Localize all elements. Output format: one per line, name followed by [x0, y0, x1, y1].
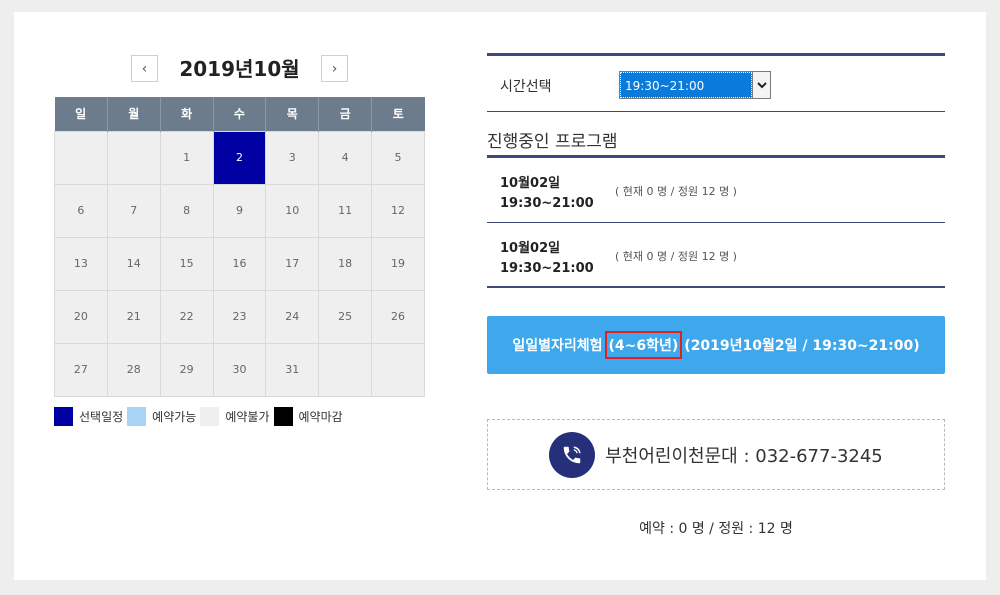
legend-swatch-available	[127, 406, 147, 426]
calendar-week-row: 27 28 29 30 31	[54, 342, 425, 397]
calendar-week-row: 6 7 8 9 10 11 12	[54, 183, 425, 238]
calendar-day-31[interactable]: 31	[265, 342, 320, 397]
calendar-day-24[interactable]: 24	[265, 289, 320, 344]
program-item[interactable]: 10월02일 19:30~21:00 ( 현재 0 명 / 정원 12 명 )	[487, 158, 945, 223]
legend-label-closed: 예약마감	[298, 409, 343, 424]
reserve-grade-highlight: (4~6학년)	[604, 331, 683, 359]
reservation-summary: 예약 : 0 명 / 정원 : 12 명	[639, 521, 793, 537]
calendar-day-11[interactable]: 11	[318, 183, 373, 238]
calendar-day-28[interactable]: 28	[106, 342, 161, 397]
weekday-sun: 일	[54, 97, 108, 131]
calendar-day-17[interactable]: 17	[265, 236, 320, 291]
weekday-tue: 화	[160, 97, 214, 131]
reserve-button[interactable]: 일일별자리체험 (4~6학년) (2019년10월2일 / 19:30~21:0…	[487, 316, 945, 374]
calendar-empty-cell	[106, 130, 161, 185]
program-section-title: 진행중인 프로그램	[487, 132, 618, 152]
program-capacity: ( 현재 0 명 / 정원 12 명 )	[615, 185, 737, 198]
contact-text: 부천어린이천문대 : 032-677-3245	[605, 445, 883, 467]
weekday-thu: 목	[265, 97, 320, 131]
calendar-empty-cell	[371, 342, 425, 397]
chevron-down-icon[interactable]	[752, 72, 770, 98]
calendar-day-7[interactable]: 7	[106, 183, 161, 238]
calendar-day-15[interactable]: 15	[159, 236, 214, 291]
legend-swatch-unavailable	[200, 406, 220, 426]
weekday-sat: 토	[371, 97, 425, 131]
calendar-day-8[interactable]: 8	[159, 183, 214, 238]
calendar-day-18[interactable]: 18	[318, 236, 373, 291]
program-time: 19:30~21:00	[500, 261, 594, 276]
calendar-day-30[interactable]: 30	[212, 342, 267, 397]
calendar-day-10[interactable]: 10	[265, 183, 320, 238]
calendar-day-25[interactable]: 25	[318, 289, 373, 344]
weekday-header-row: 일 월 화 수 목 금 토	[54, 97, 425, 131]
calendar-day-21[interactable]: 21	[106, 289, 161, 344]
time-select-value: 19:30~21:00	[620, 72, 752, 98]
program-date: 10월02일	[500, 176, 561, 191]
program-date: 10월02일	[500, 241, 561, 256]
calendar-grid: 일 월 화 수 목 금 토 1 2 3 4 5 6 7 8 9 10 11 12 13 14 15 16 17 1…	[54, 97, 425, 397]
calendar-day-13[interactable]: 13	[54, 236, 108, 291]
legend-label-available: 예약가능	[152, 409, 197, 424]
calendar-day-26[interactable]: 26	[371, 289, 425, 344]
calendar-empty-cell	[318, 342, 373, 397]
program-item[interactable]: 10월02일 19:30~21:00 ( 현재 0 명 / 정원 12 명 )	[487, 223, 945, 288]
time-select-label: 시간선택	[500, 79, 552, 95]
calendar-day-27[interactable]: 27	[54, 342, 108, 397]
calendar-day-19[interactable]: 19	[371, 236, 425, 291]
program-capacity: ( 현재 0 명 / 정원 12 명 )	[615, 250, 737, 263]
calendar-empty-cell	[54, 130, 108, 185]
calendar-day-16[interactable]: 16	[212, 236, 267, 291]
legend-swatch-closed	[273, 406, 293, 426]
reserve-datetime: (2019년10월2일 / 19:30~21:00)	[684, 338, 920, 354]
calendar-day-20[interactable]: 20	[54, 289, 108, 344]
calendar-week-row: 12345	[54, 130, 425, 185]
calendar-week-row: 20 21 22 23 24 25 26	[54, 289, 425, 344]
program-time: 19:30~21:00	[500, 196, 594, 211]
calendar-day-22[interactable]: 22	[159, 289, 214, 344]
contact-box: 부천어린이천문대 : 032-677-3245	[487, 419, 945, 490]
calendar-header: ‹ 2019년10월 ›	[131, 55, 348, 83]
calendar-week-row: 13 14 15 16 17 18 19	[54, 236, 425, 291]
reserve-program-name: 일일별자리체험	[512, 338, 603, 354]
program-datetime: 10월02일 19:30~21:00	[500, 174, 594, 214]
weekday-fri: 금	[318, 97, 373, 131]
legend-label-selected: 선택일정	[79, 409, 124, 424]
prev-month-button[interactable]: ‹	[131, 55, 158, 82]
calendar-title: 2019년10월	[179, 57, 300, 81]
legend-swatch-selected	[54, 406, 73, 426]
calendar-day-23[interactable]: 23	[212, 289, 267, 344]
calendar-day-4[interactable]: 4	[318, 130, 373, 185]
calendar-day-3[interactable]: 3	[265, 130, 320, 185]
next-month-button[interactable]: ›	[321, 55, 348, 82]
calendar-day-29[interactable]: 29	[159, 342, 214, 397]
calendar-day-1[interactable]: 1	[159, 130, 214, 185]
calendar-day-12[interactable]: 12	[371, 183, 425, 238]
calendar-legend: 선택일정 예약가능 예약불가 예약마감	[54, 406, 347, 426]
calendar-day-9[interactable]: 9	[212, 183, 267, 238]
weekday-mon: 월	[107, 97, 161, 131]
calendar-day-6[interactable]: 6	[54, 183, 108, 238]
program-list: 10월02일 19:30~21:00 ( 현재 0 명 / 정원 12 명 ) …	[487, 155, 945, 288]
calendar-day-14[interactable]: 14	[106, 236, 161, 291]
calendar-day-2[interactable]: 2	[212, 130, 267, 185]
program-datetime: 10월02일 19:30~21:00	[500, 239, 594, 279]
weekday-wed: 수	[213, 97, 267, 131]
calendar-day-5[interactable]: 5	[371, 130, 425, 185]
time-select-dropdown[interactable]: 19:30~21:00	[619, 71, 771, 99]
legend-label-unavailable: 예약불가	[225, 409, 270, 424]
phone-icon	[549, 431, 596, 478]
time-select-row: 시간선택 19:30~21:00	[487, 53, 945, 112]
